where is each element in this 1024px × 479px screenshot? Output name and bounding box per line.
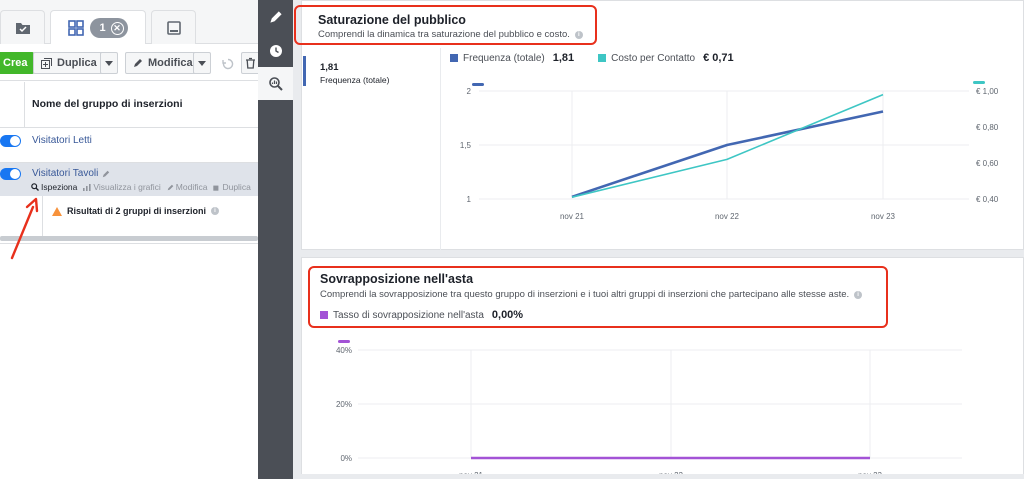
y-right-tick-label: € 1,00 [976,87,999,96]
y-right-tick-label: € 0,60 [976,159,999,168]
rail-inspect[interactable] [258,67,293,100]
y-tick-label: 40% [336,346,352,355]
rail-edit[interactable] [258,0,293,33]
axis-marker [338,340,350,343]
left-axis-marker [472,83,484,86]
y-tick-label: 20% [336,400,352,409]
y-tick-label: 1 [467,195,472,204]
overlap-chart: 0%20%40%nov 21nov 22nov 23 [336,340,962,479]
y-right-tick-label: € 0,80 [976,123,999,132]
x-tick-label: nov 21 [560,212,585,221]
clock-icon [269,44,282,57]
inspect-rail [258,0,293,479]
panel-bottom [293,474,1024,479]
audience-saturation-card: Saturazione del pubblico Comprendi la di… [294,0,1024,250]
inspect-panel: Saturazione del pubblico Comprendi la di… [293,0,1024,479]
right-axis-marker [973,81,985,84]
saturation-chart: 1 1,5 2 € 0,40 € 0,60 € 0,80 € 1,00 nov 21 nov 2… [460,81,999,221]
inspect-chart-icon [268,76,283,91]
app-root: 1 ✕ Crea Duplica Modifica Nome del grupp… [0,0,1024,479]
rail-history[interactable] [258,34,293,67]
x-tick-label: nov 22 [715,212,740,221]
auction-overlap-card: Sovrapposizione nell'asta Comprendi la s… [301,257,1024,479]
y-tick-label: 1,5 [460,141,472,150]
y-right-tick-label: € 0,40 [976,195,999,204]
pencil-icon [269,10,282,23]
x-tick-label: nov 23 [871,212,896,221]
y-tick-label: 2 [467,87,472,96]
y-tick-label: 0% [340,454,352,463]
ad-sets-panel: 1 ✕ Crea Duplica Modifica Nome del grupp… [0,0,258,479]
red-arrow-annotation [10,197,39,260]
